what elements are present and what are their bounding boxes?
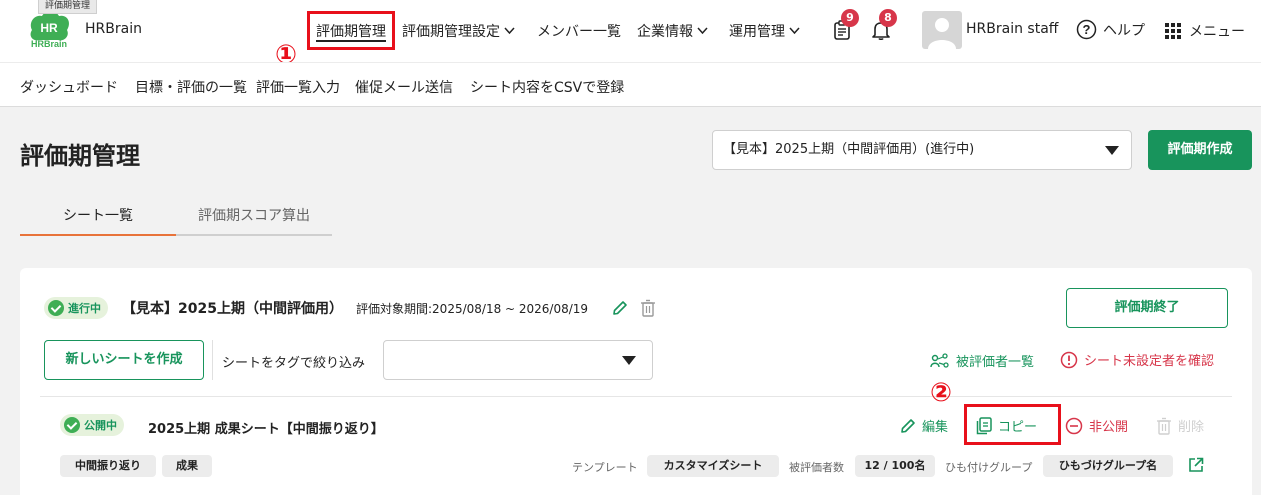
status-badge-in-progress: 進行中 [44,297,108,319]
alert-circle-icon [1060,351,1078,368]
brand-name: HRBrain [85,21,142,37]
nav-item-period-settings[interactable]: 評価期管理設定 [402,21,515,41]
subnav-item-goal-evaluation-list[interactable]: 目標・評価の一覧 [135,77,247,97]
menu-label: メニュー [1189,24,1245,40]
grid-menu-icon [1165,23,1181,39]
template-label: テンプレート [572,461,638,474]
nav-item-label: メンバー一覧 [537,24,621,40]
tag-filter-select[interactable] [383,340,653,380]
hrbrain-logo[interactable]: HR HRBrain [26,10,72,49]
nav-active-underline [316,40,386,42]
period-name: 【見本】2025上期（中間評価用） [122,301,343,317]
edit-button[interactable]: 編集 [900,416,948,435]
pencil-icon[interactable] [612,300,628,316]
subnav-item-csv-import[interactable]: シート内容をCSVで登録 [470,77,624,97]
task-count-badge: 9 [841,9,859,27]
divider [212,340,213,380]
tag-filter-label: シートをタグで絞り込み [222,356,366,371]
nav-item-period-management[interactable]: 評価期管理 [316,21,386,41]
subnav-item-evaluation-input[interactable]: 評価一覧入力 [256,77,340,97]
sheet-tag: 中間振り返り [60,455,156,477]
period-range: 評価対象期間:2025/08/18 ~ 2026/08/19 [356,302,589,316]
delete-button[interactable]: 削除 [1156,416,1204,435]
nav-item-label: 運用管理 [729,24,785,40]
check-unassigned-link[interactable]: シート未設定者を確認 [1060,350,1214,369]
menu-button[interactable]: メニュー [1165,21,1245,41]
top-navigation-bar: HR HRBrain 評価期管理 HRBrain 評価期管理 ① 評価期管理設定… [0,0,1261,68]
delete-label: 削除 [1178,420,1205,435]
check-circle-icon [48,300,64,316]
user-silhouette-icon [928,18,956,49]
evaluatee-count-label: 被評価者数 [789,461,844,474]
dropdown-arrow-icon [1105,146,1119,155]
nav-item-member-list[interactable]: メンバー一覧 [537,21,621,41]
section-divider [40,396,1232,397]
sheet-tag: 成果 [162,455,212,477]
status-badge-published: 公開中 [60,414,124,436]
subnav-item-reminder-mail[interactable]: 催促メール送信 [355,77,453,97]
svg-text:?: ? [1083,22,1091,37]
unpublish-label: 非公開 [1089,420,1129,435]
chevron-down-icon [789,27,800,35]
subnav-item-dashboard[interactable]: ダッシュボード [20,77,118,97]
chevron-down-icon [504,27,515,35]
help-button[interactable]: ? ヘルプ [1076,19,1145,40]
check-circle-icon [64,417,80,433]
chevron-down-icon [697,27,708,35]
logo-tooltip: 評価期管理 [38,0,98,14]
evaluatee-count-value: 12 / 100名 [855,455,935,477]
linked-group-label: ひも付けグループ [945,461,1033,474]
nav-item-operations[interactable]: 運用管理 [729,21,800,41]
period-select[interactable]: 【見本】2025上期（中間評価用）(進行中) [712,130,1132,170]
period-card: 進行中 【見本】2025上期（中間評価用） 評価対象期間:2025/08/18 … [20,268,1252,495]
new-sheet-button[interactable]: 新しいシートを作成 [44,340,204,380]
sheet-name[interactable]: 2025上期 成果シート【中間振り返り】 [148,418,384,437]
trash-icon[interactable] [640,299,656,317]
logo-text: HR [40,21,58,35]
page-title: 評価期管理 [20,142,140,170]
period-select-value: 【見本】2025上期（中間評価用）(進行中) [723,142,975,157]
nav-item-label: 評価期管理設定 [402,24,500,40]
trash-icon [1157,417,1171,435]
evaluatees-list-link[interactable]: 被評価者一覧 [930,351,1034,370]
copy-label: コピー [998,420,1038,435]
create-period-button[interactable]: 評価期作成 [1148,130,1252,170]
check-unassigned-label: シート未設定者を確認 [1084,354,1215,369]
minus-circle-icon [1065,417,1083,434]
edit-label: 編集 [922,420,949,435]
template-value: カスタマイズシート [647,455,779,477]
nav-item-label: 評価期管理 [316,24,386,40]
help-circle-icon: ? [1076,19,1097,40]
sub-navigation: ダッシュボード 目標・評価の一覧 評価一覧入力 催促メール送信 シート内容をCS… [0,62,1261,107]
annotation-step-2: ② [930,378,953,408]
unpublish-button[interactable]: 非公開 [1065,416,1128,435]
tab-sheet-list[interactable]: シート一覧 [20,199,176,236]
people-network-icon [930,352,949,368]
user-name[interactable]: HRBrain staff [966,21,1058,37]
tab-period-score[interactable]: 評価期スコア算出 [176,199,332,236]
help-label: ヘルプ [1103,22,1145,39]
linked-group-value: ひもづけグループ名 [1043,455,1173,477]
status-label: 公開中 [84,419,117,432]
dropdown-arrow-icon [622,356,636,365]
avatar[interactable] [922,11,962,49]
status-label: 進行中 [68,302,101,315]
nav-item-label: 企業情報 [637,24,693,40]
external-link-icon[interactable] [1188,457,1204,473]
end-period-button[interactable]: 評価期終了 [1066,288,1228,328]
pencil-icon [901,418,915,433]
copy-document-icon [976,416,992,434]
nav-item-company-info[interactable]: 企業情報 [637,21,708,41]
notification-count-badge: 8 [879,9,897,27]
copy-button[interactable]: コピー [976,416,1037,435]
evaluatees-list-label: 被評価者一覧 [956,355,1035,370]
logo-subtext: HRBrain [31,39,67,48]
user-name-label: HRBrain staff [966,21,1059,37]
